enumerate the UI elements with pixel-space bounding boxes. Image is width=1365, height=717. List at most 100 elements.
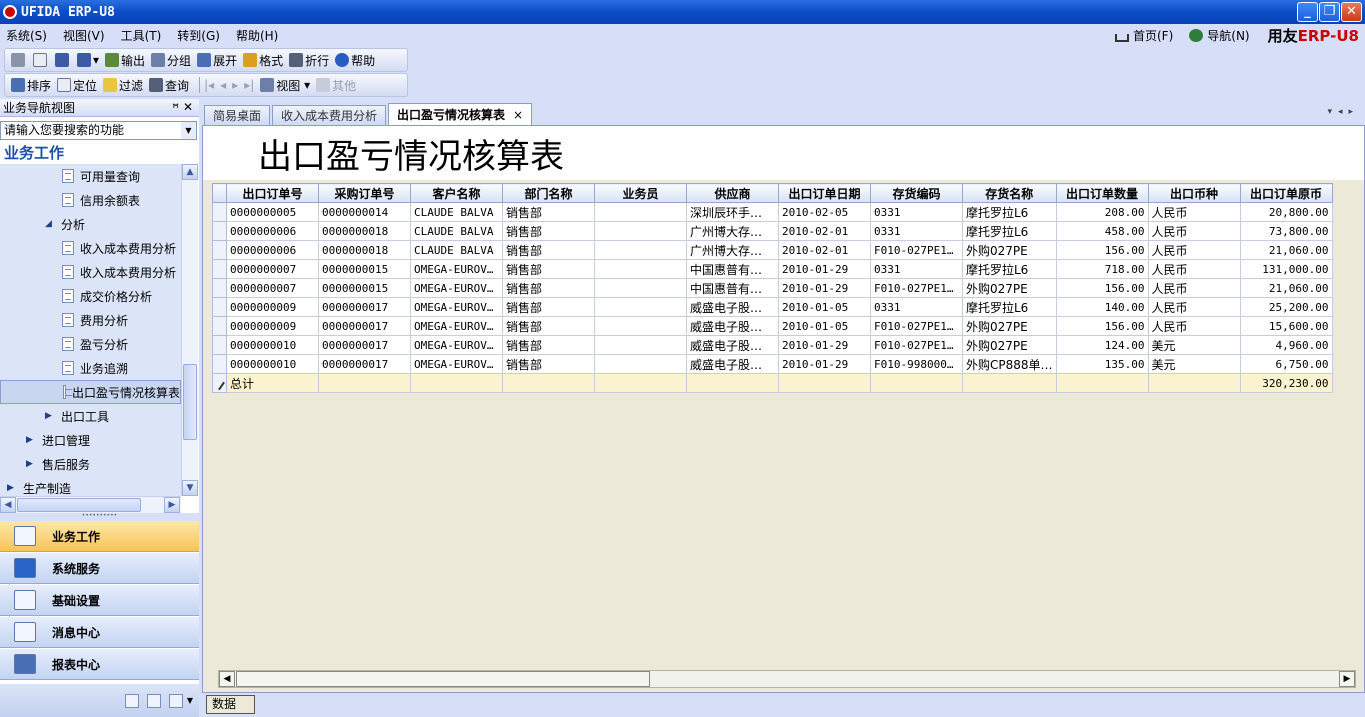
close-panel-icon[interactable]: ✕ xyxy=(183,100,193,114)
table-cell[interactable]: 0000000005 xyxy=(226,202,319,222)
layout-icon[interactable] xyxy=(146,693,161,708)
tree-item[interactable]: ◢ 分析 xyxy=(0,212,181,236)
table-cell[interactable]: 深圳辰环手… xyxy=(686,202,779,222)
restore-button[interactable]: ❐ xyxy=(1319,2,1340,22)
tree-item[interactable]: 业务追溯 xyxy=(0,356,181,380)
table-cell[interactable]: 140.00 xyxy=(1055,297,1149,317)
query-button[interactable]: 查询 xyxy=(149,77,189,94)
table-row[interactable]: 0000000005 0000000014 CLAUDE BALVA 销售部 深圳辰环手… xyxy=(212,202,1333,222)
table-cell[interactable]: 2010-01-05 xyxy=(778,297,871,317)
table-cell[interactable]: 0000000010 xyxy=(226,354,319,374)
table-cell[interactable]: 25,200.00 xyxy=(1239,297,1333,317)
table-cell[interactable] xyxy=(594,354,687,374)
export-button[interactable]: 输出 xyxy=(105,52,145,69)
table-row[interactable]: 0000000009 0000000017 OMEGA-EUROV… 销售部 威盛电子股… xyxy=(212,316,1333,336)
table-cell[interactable]: 摩托罗拉L6 xyxy=(962,221,1057,241)
sort-button[interactable]: 排序 xyxy=(11,77,51,94)
scroll-thumb[interactable] xyxy=(183,364,197,440)
table-cell[interactable]: 2010-02-01 xyxy=(778,240,871,260)
navigation-link[interactable]: 导航(N) xyxy=(1189,27,1250,44)
tree-item[interactable]: 盈亏分析 xyxy=(0,332,181,356)
row-indicator[interactable] xyxy=(212,259,227,279)
table-cell[interactable]: 15,600.00 xyxy=(1239,316,1333,336)
table-cell[interactable]: 0000000007 xyxy=(226,278,319,298)
table-cell[interactable]: 20,800.00 xyxy=(1239,202,1333,222)
nav-message-center[interactable]: 消息中心 xyxy=(0,617,199,648)
tree-item[interactable]: ▶ 进口管理 xyxy=(0,428,181,452)
table-cell[interactable]: 销售部 xyxy=(502,354,595,374)
table-cell[interactable]: OMEGA-EUROV… xyxy=(410,259,503,279)
table-cell[interactable]: 0000000009 xyxy=(226,297,319,317)
tree-item[interactable]: 可用量查询 xyxy=(0,164,181,188)
table-cell[interactable]: 人民币 xyxy=(1147,259,1241,279)
table-cell[interactable]: F010-998000… xyxy=(870,354,963,374)
table-cell[interactable]: 美元 xyxy=(1147,354,1241,374)
minimize-button[interactable]: _ xyxy=(1297,2,1318,22)
table-cell[interactable]: 中国惠普有… xyxy=(686,278,779,298)
grid-horizontal-scrollbar[interactable]: ◀ ▶ xyxy=(218,670,1356,688)
grid-scroll-right-button[interactable]: ▶ xyxy=(1339,671,1355,687)
tree-item[interactable]: ▶ 售后服务 xyxy=(0,452,181,476)
table-cell[interactable]: 威盛电子股… xyxy=(686,354,779,374)
row-indicator[interactable] xyxy=(212,335,227,355)
table-cell[interactable]: 0000000018 xyxy=(318,240,411,260)
close-tab-icon[interactable]: × xyxy=(513,108,523,122)
table-cell[interactable]: OMEGA-EUROV… xyxy=(410,354,503,374)
grid-scroll-thumb[interactable] xyxy=(236,671,650,687)
table-cell[interactable]: 21,060.00 xyxy=(1239,240,1333,260)
table-cell[interactable]: 135.00 xyxy=(1055,354,1149,374)
save-as-button[interactable]: ▾ xyxy=(77,53,99,67)
table-cell[interactable]: 威盛电子股… xyxy=(686,297,779,317)
table-cell[interactable]: 458.00 xyxy=(1055,221,1149,241)
row-indicator[interactable] xyxy=(212,240,227,260)
table-cell[interactable] xyxy=(594,240,687,260)
column-header[interactable]: 部门名称 xyxy=(502,183,595,203)
column-header[interactable]: 采购订单号 xyxy=(318,183,411,203)
row-indicator[interactable] xyxy=(212,221,227,241)
close-window-button[interactable]: ✕ xyxy=(1341,2,1362,22)
table-cell[interactable]: 摩托罗拉L6 xyxy=(962,297,1057,317)
scroll-down-button[interactable]: ▼ xyxy=(182,480,198,496)
table-cell[interactable]: 0331 xyxy=(870,297,963,317)
panel-splitter[interactable]: •••••••••• xyxy=(0,513,199,521)
table-cell[interactable]: 208.00 xyxy=(1055,202,1149,222)
scroll-left-button[interactable]: ◀ xyxy=(0,497,16,513)
table-cell[interactable]: 广州博大存… xyxy=(686,240,779,260)
table-cell[interactable]: 0000000014 xyxy=(318,202,411,222)
expand-button[interactable]: 展开 xyxy=(197,52,237,69)
column-header[interactable]: 存货名称 xyxy=(962,183,1057,203)
table-cell[interactable]: 73,800.00 xyxy=(1239,221,1333,241)
help-button[interactable]: 帮助 xyxy=(335,52,375,69)
menu-view[interactable]: 视图(V) xyxy=(63,27,105,44)
nav-system-service[interactable]: 系统服务 xyxy=(0,553,199,584)
table-cell[interactable]: 156.00 xyxy=(1055,278,1149,298)
tree-item[interactable]: ▶ 出口工具 xyxy=(0,404,181,428)
table-row[interactable]: 0000000010 0000000017 OMEGA-EUROV… 销售部 威盛电子股… xyxy=(212,354,1333,374)
nav-report-center[interactable]: 报表中心 xyxy=(0,649,199,680)
table-cell[interactable]: 摩托罗拉L6 xyxy=(962,259,1057,279)
prev-record-button[interactable]: ◂ xyxy=(220,78,226,92)
pin-icon[interactable]: ꟸ xyxy=(172,101,179,115)
row-indicator[interactable] xyxy=(212,297,227,317)
table-cell[interactable]: 外购027PE xyxy=(962,278,1057,298)
table-cell[interactable]: 2010-02-01 xyxy=(778,221,871,241)
tree-item[interactable]: ▶ 生产制造 xyxy=(0,476,181,496)
tree-structure-icon[interactable] xyxy=(168,693,183,708)
nav-basic-settings[interactable]: 基础设置 xyxy=(0,585,199,616)
tree-item[interactable]: 信用余额表 xyxy=(0,188,181,212)
column-header[interactable]: 出口订单原币 xyxy=(1239,183,1333,203)
home-link[interactable]: 首页(F) xyxy=(1114,27,1173,44)
table-cell[interactable]: 威盛电子股… xyxy=(686,335,779,355)
table-cell[interactable]: 中国惠普有… xyxy=(686,259,779,279)
tab-scroll-controls[interactable]: ▾◂▸ xyxy=(1327,107,1359,117)
column-header[interactable]: 客户名称 xyxy=(410,183,503,203)
table-row[interactable]: 0000000006 0000000018 CLAUDE BALVA 销售部 广州博大存… xyxy=(212,240,1333,260)
table-cell[interactable] xyxy=(594,221,687,241)
table-cell[interactable]: 0000000017 xyxy=(318,316,411,336)
group-button[interactable]: 分组 xyxy=(151,52,191,69)
table-cell[interactable]: 人民币 xyxy=(1147,221,1241,241)
row-indicator[interactable] xyxy=(212,278,227,298)
row-indicator[interactable] xyxy=(212,316,227,336)
next-record-button[interactable]: ▸ xyxy=(232,78,238,92)
other-button[interactable]: 其他 xyxy=(316,77,356,94)
